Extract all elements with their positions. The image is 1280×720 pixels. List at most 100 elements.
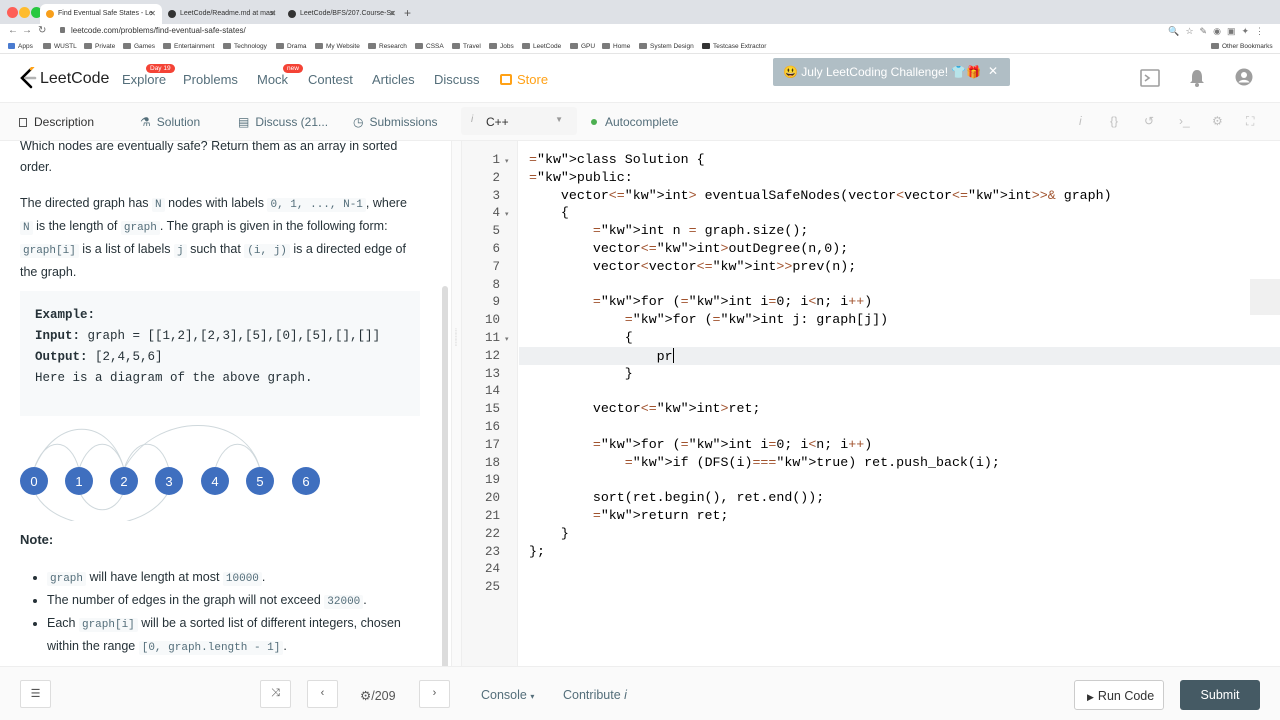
bookmark[interactable]: Entertainment: [163, 43, 214, 50]
reload-icon[interactable]: ↻: [38, 25, 46, 36]
browser-tab-active[interactable]: Find Eventual Safe States - Le ✕: [40, 4, 162, 24]
code-line[interactable]: ="kw">public:: [529, 170, 633, 185]
autocomplete-toggle[interactable]: Autocomplete: [591, 115, 678, 129]
graph-node-label: 3: [165, 474, 172, 489]
bookmark[interactable]: Drama: [276, 43, 307, 50]
tab-discuss[interactable]: ▤ Discuss (21...: [238, 115, 328, 129]
code-line[interactable]: ="kw">if (DFS(i)==="kw">true) ret.push_b…: [529, 455, 1000, 470]
bookmark[interactable]: System Design: [639, 43, 694, 50]
code-line[interactable]: ="kw">for (="kw">int i=0; i<n; i++): [529, 294, 872, 309]
note-list: graph will have length at most 10000. Th…: [42, 567, 422, 659]
extension-icons[interactable]: 🔍☆✎◉▣✦⋮: [1168, 26, 1270, 37]
console-button[interactable]: Console ▾: [481, 688, 534, 702]
bookmark[interactable]: Games: [123, 43, 155, 50]
fold-arrow-icon[interactable]: ▾: [505, 335, 509, 343]
code-line[interactable]: }: [529, 366, 633, 381]
bookmark[interactable]: Jobs: [489, 43, 514, 50]
fold-arrow-icon[interactable]: ▾: [505, 210, 509, 218]
url-field[interactable]: leetcode.com/problems/find-eventual-safe…: [71, 26, 246, 35]
line-number: 16: [484, 420, 500, 434]
code-line[interactable]: ="kw">class Solution {: [529, 152, 705, 167]
minimize-window-icon[interactable]: [19, 7, 30, 18]
code-line[interactable]: };: [529, 544, 545, 559]
browser-tab[interactable]: LeetCode/Readme.md at mast ✕: [162, 4, 282, 24]
close-tab-icon[interactable]: ✕: [149, 9, 156, 18]
bookmark-apps[interactable]: Apps: [8, 43, 33, 50]
browser-tab[interactable]: LeetCode/BFS/207.Course-Sc ✕: [282, 4, 402, 24]
fold-arrow-icon[interactable]: ▾: [505, 157, 509, 165]
bookmark[interactable]: CSSA: [415, 43, 444, 50]
code-line[interactable]: ="kw">return ret;: [529, 508, 729, 523]
fullscreen-icon[interactable]: ⛶: [1246, 114, 1254, 129]
nav-explore[interactable]: Explore: [122, 72, 166, 87]
bookmark[interactable]: My Website: [315, 43, 360, 50]
run-code-button[interactable]: ▶ Run Code: [1074, 680, 1164, 710]
back-icon[interactable]: ←: [8, 25, 18, 36]
code-line[interactable]: sort(ret.begin(), ret.end());: [529, 490, 824, 505]
code-line[interactable]: pr: [529, 347, 674, 364]
avatar[interactable]: [1235, 68, 1253, 86]
panel-resizer[interactable]: [451, 141, 461, 666]
code-line[interactable]: ="kw">int n = graph.size();: [529, 223, 808, 238]
info-icon[interactable]: i: [1079, 114, 1082, 128]
settings-icon[interactable]: ⚙: [1212, 114, 1223, 128]
bookmark[interactable]: Home: [602, 43, 630, 50]
drag-handle-icon[interactable]: ⁞ ⁞ ⁞: [455, 329, 457, 348]
tab-description[interactable]: Description: [19, 115, 94, 129]
close-tab-icon[interactable]: ✕: [389, 9, 396, 18]
bookmark[interactable]: Private: [84, 43, 115, 50]
nav-mock[interactable]: Mock: [257, 72, 288, 87]
bookmark[interactable]: Technology: [223, 43, 267, 50]
code-line[interactable]: ="kw">for (="kw">int i=0; i<n; i++): [529, 437, 872, 452]
nav-discuss[interactable]: Discuss: [434, 72, 480, 87]
bookmark[interactable]: Research: [368, 43, 407, 50]
side-panel-tab[interactable]: [1250, 279, 1280, 315]
site-header: LeetCode Day 19 Explore Problems new Moc…: [0, 55, 1280, 103]
bookmark[interactable]: LeetCode: [522, 43, 561, 50]
nav-problems[interactable]: Problems: [183, 72, 238, 87]
code-line[interactable]: vector<="kw">int>ret;: [529, 401, 761, 416]
code-editor[interactable]: 1 ▾ ="kw">class Solution {2 ="kw">public: 3 …: [461, 141, 1280, 666]
forward-icon[interactable]: →: [22, 25, 32, 36]
terminal-icon[interactable]: ›_: [1179, 114, 1190, 128]
logo-text[interactable]: LeetCode: [40, 70, 109, 88]
tab-submissions[interactable]: ◷ Submissions: [353, 115, 438, 129]
code-line[interactable]: }: [529, 526, 569, 541]
code-line[interactable]: {: [529, 330, 633, 345]
close-icon[interactable]: ✕: [988, 64, 998, 78]
problem-list-button[interactable]: ☰: [20, 680, 51, 708]
contribute-button[interactable]: Contribute i: [563, 688, 627, 702]
submit-button[interactable]: Submit: [1180, 680, 1260, 710]
playground-icon[interactable]: [1140, 69, 1160, 87]
text-cursor: [672, 347, 674, 363]
braces-icon[interactable]: {}: [1110, 114, 1118, 128]
random-problem-button[interactable]: ⤨: [260, 680, 291, 708]
line-number: 12: [484, 348, 500, 363]
nav-store[interactable]: Store: [500, 72, 548, 87]
new-tab-icon[interactable]: +: [404, 6, 411, 20]
bookmark[interactable]: Travel: [452, 43, 481, 50]
notification-bell-icon[interactable]: [1189, 69, 1205, 87]
nav-contest[interactable]: Contest: [308, 72, 353, 87]
bookmark[interactable]: WUSTL: [43, 43, 77, 50]
nav-articles[interactable]: Articles: [372, 72, 415, 87]
close-tab-icon[interactable]: ✕: [269, 9, 276, 18]
code-line[interactable]: ="kw">for (="kw">int j: graph[j]): [529, 312, 888, 327]
code-line[interactable]: {: [529, 205, 569, 220]
reset-icon[interactable]: ↺: [1144, 114, 1154, 128]
description-scrollbar[interactable]: [442, 286, 448, 666]
close-window-icon[interactable]: [7, 7, 18, 18]
code-line[interactable]: vector<="kw">int> eventualSafeNodes(vect…: [529, 188, 1112, 203]
leetcode-logo-icon[interactable]: [19, 67, 37, 89]
code-line[interactable]: vector<vector<="kw">int>>prev(n);: [529, 259, 856, 274]
bookmark[interactable]: Testcase Extractor: [702, 43, 766, 50]
language-select[interactable]: i C++ ▼: [461, 107, 577, 135]
folder-icon: [415, 43, 423, 49]
challenge-banner[interactable]: 😃 July LeetCoding Challenge! 👕🎁 ✕: [773, 58, 1010, 86]
prev-problem-button[interactable]: ‹: [307, 680, 338, 708]
bookmark[interactable]: GPU: [570, 43, 595, 50]
next-problem-button[interactable]: ›: [419, 680, 450, 708]
bookmark-other[interactable]: Other Bookmarks: [1211, 43, 1273, 50]
code-line[interactable]: vector<="kw">int>outDegree(n,0);: [529, 241, 848, 256]
tab-solution[interactable]: ⚗ Solution: [140, 115, 200, 129]
